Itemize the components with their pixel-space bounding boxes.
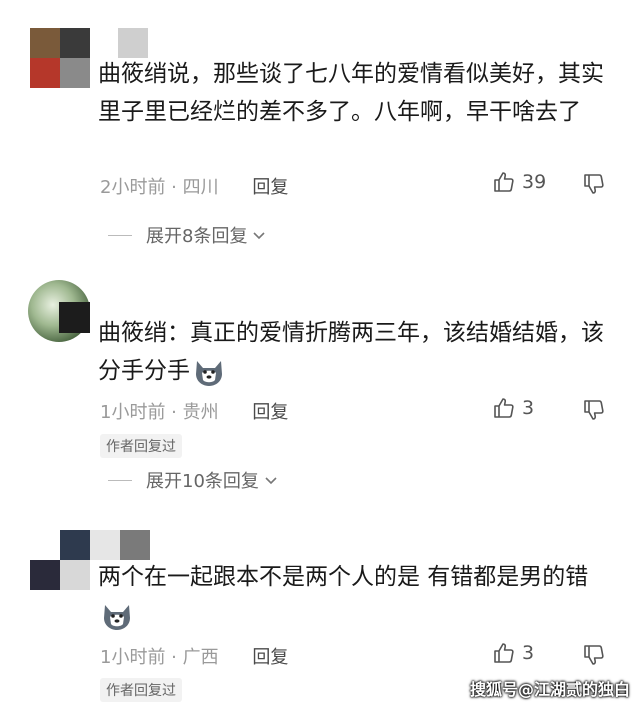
comment-time: 1小时前 · 广西 (100, 647, 219, 668)
like-button[interactable]: 39 (492, 170, 546, 194)
comment-text: 曲筱绡说，那些谈了七八年的爱情看似美好，其实里子里已经烂的差不多了。八年啊，早干… (98, 61, 604, 125)
thumbs-up-icon (494, 172, 514, 192)
husky-dog-emoji-icon (104, 604, 130, 630)
divider (108, 234, 132, 236)
comment-time: 1小时前 · 贵州 (100, 402, 219, 423)
reply-button[interactable]: 回复 (252, 402, 288, 423)
comment-meta: 1小时前 · 广西 回复 (100, 643, 288, 669)
thumbs-up-icon (494, 398, 514, 418)
comment-text: 两个在一起跟本不是两个人的是 有错都是男的错 (98, 558, 614, 634)
like-count: 3 (522, 397, 535, 419)
comment-text-content: 曲筱绡：真正的爱情折腾两三年，该结婚结婚，该分手分手 (98, 320, 604, 384)
like-button[interactable]: 3 (492, 396, 534, 420)
comment-meta: 2小时前 · 四川 回复 (100, 173, 288, 199)
comment-text: 曲筱绡：真正的爱情折腾两三年，该结婚结婚，该分手分手 (98, 314, 614, 390)
expand-replies-button[interactable]: 展开10条回复 (108, 467, 279, 493)
comment-time: 2小时前 · 四川 (100, 177, 219, 198)
watermark: 搜狐号@江湖贰的独白 (469, 680, 630, 699)
divider (108, 479, 132, 481)
like-count: 3 (522, 642, 535, 664)
thumbs-down-icon[interactable] (582, 172, 606, 196)
husky-dog-emoji-icon (196, 360, 222, 386)
expand-label: 展开10条回复 (146, 471, 259, 492)
like-count: 39 (522, 171, 547, 193)
author-replied-badge: 作者回复过 (100, 678, 182, 702)
comment-text-content: 两个在一起跟本不是两个人的是 有错都是男的错 (98, 564, 589, 590)
thumbs-down-icon[interactable] (582, 398, 606, 422)
thumbs-down-icon[interactable] (582, 643, 606, 667)
chevron-down-icon (253, 232, 266, 240)
comment-meta: 1小时前 · 贵州 回复 (100, 398, 288, 424)
expand-replies-button[interactable]: 展开8条回复 (108, 222, 267, 248)
comment-1: 曲筱绡说，那些谈了七八年的爱情看似美好，其实里子里已经烂的差不多了。八年啊，早干… (0, 0, 640, 250)
reply-button[interactable]: 回复 (252, 647, 288, 668)
expand-label: 展开8条回复 (146, 226, 248, 247)
comment-2: 曲筱绡：真正的爱情折腾两三年，该结婚结婚，该分手分手 1小时前 · 贵州 回复 … (0, 270, 640, 500)
chevron-down-icon (265, 477, 277, 485)
author-replied-badge: 作者回复过 (100, 434, 182, 458)
reply-button[interactable]: 回复 (252, 177, 288, 198)
thumbs-up-icon (494, 643, 514, 663)
like-button[interactable]: 3 (492, 641, 534, 665)
avatar[interactable] (28, 280, 90, 342)
